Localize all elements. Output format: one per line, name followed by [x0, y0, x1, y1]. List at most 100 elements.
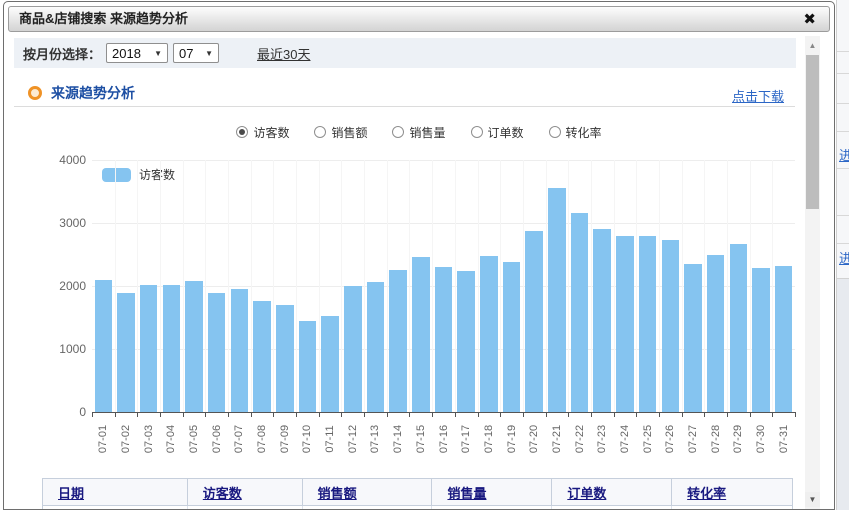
bar-07-05[interactable] [185, 281, 203, 412]
chart-legend[interactable]: 访客数 [102, 166, 175, 183]
y-axis-tick-label: 2000 [24, 279, 86, 293]
bar-07-10[interactable] [299, 321, 317, 412]
year-select[interactable]: 2018 ▼ [106, 43, 168, 63]
bar-07-01[interactable] [95, 280, 113, 412]
table-header-销售量[interactable]: 销售量 [432, 479, 552, 505]
bar-07-09[interactable] [276, 305, 294, 412]
bar-07-04[interactable] [163, 285, 181, 412]
axis-tick [228, 413, 229, 417]
divider [14, 106, 795, 107]
filter-bar: 按月份选择： 2018 ▼ 07 ▼ 最近30天 [14, 38, 796, 68]
bar-07-13[interactable] [367, 282, 385, 412]
background-gridline [837, 103, 849, 104]
download-link[interactable]: 点击下载 [732, 86, 784, 105]
bar-07-06[interactable] [208, 293, 226, 412]
dialog: 商品&店铺搜索 来源趋势分析 ✖ 按月份选择： 2018 ▼ 07 ▼ 最近30… [3, 1, 835, 510]
gridline-vertical [228, 160, 229, 412]
radio-selected-dot [239, 129, 245, 135]
bar-07-03[interactable] [140, 285, 158, 412]
bar-07-20[interactable] [525, 231, 543, 412]
bar-07-08[interactable] [253, 301, 271, 412]
gridline-vertical [432, 160, 433, 412]
axis-tick [319, 413, 320, 417]
axis-tick [568, 413, 569, 417]
vertical-scrollbar[interactable]: ▲ ▼ [805, 36, 820, 510]
bar-07-19[interactable] [503, 262, 521, 412]
x-axis-tick-label: 07-29 [732, 425, 744, 453]
gridline-vertical [409, 160, 410, 412]
bar-07-31[interactable] [775, 266, 793, 412]
gridline-vertical [387, 160, 388, 412]
x-axis-tick-label: 07-24 [619, 425, 631, 453]
radio-icon [471, 126, 483, 138]
legend-swatch [102, 168, 131, 182]
bar-07-30[interactable] [752, 268, 770, 412]
x-axis-tick-label: 07-31 [778, 425, 790, 453]
bar-07-18[interactable] [480, 256, 498, 412]
radio-icon [392, 126, 404, 138]
table-header-访客数[interactable]: 访客数 [188, 479, 303, 505]
gridline-vertical [341, 160, 342, 412]
background-table-cells [837, 278, 849, 510]
table-header-订单数[interactable]: 订单数 [552, 479, 672, 505]
x-axis-tick-label: 07-20 [528, 425, 540, 453]
close-icon[interactable]: ✖ [803, 8, 816, 32]
metric-radio-访客数[interactable]: 访客数 [236, 124, 289, 141]
scrollbar-thumb[interactable] [806, 55, 819, 209]
scroll-up-icon[interactable]: ▲ [805, 38, 820, 53]
bar-07-22[interactable] [571, 213, 589, 412]
metric-radio-转化率[interactable]: 转化率 [549, 124, 602, 141]
bar-07-07[interactable] [231, 289, 249, 412]
bar-07-26[interactable] [662, 240, 680, 412]
axis-tick [614, 413, 615, 417]
background-link[interactable]: 进 [839, 145, 849, 164]
axis-tick [432, 413, 433, 417]
table-header-转化率[interactable]: 转化率 [672, 479, 792, 505]
axis-tick [591, 413, 592, 417]
background-gridline [837, 243, 849, 244]
bar-07-16[interactable] [435, 267, 453, 412]
gridline-vertical [251, 160, 252, 412]
metric-radio-销售额[interactable]: 销售额 [314, 124, 367, 141]
metric-radio-订单数[interactable]: 订单数 [471, 124, 524, 141]
recent-30-days-link[interactable]: 最近30天 [257, 44, 310, 63]
x-axis-tick-label: 07-19 [506, 425, 518, 453]
bar-07-25[interactable] [639, 236, 657, 412]
background-link[interactable]: 进 [839, 248, 849, 267]
year-select-value: 2018 [112, 46, 141, 61]
x-axis-tick-label: 07-05 [188, 425, 200, 453]
bar-07-23[interactable] [593, 229, 611, 412]
y-axis-tick-label: 4000 [24, 153, 86, 167]
gridline-vertical [160, 160, 161, 412]
bar-07-15[interactable] [412, 257, 430, 412]
metric-radio-销售量[interactable]: 销售量 [392, 124, 445, 141]
x-axis-tick-label: 07-28 [710, 425, 722, 453]
x-axis-tick-label: 07-26 [664, 425, 676, 453]
chevron-down-icon: ▼ [154, 49, 162, 58]
table-header-销售额[interactable]: 销售额 [303, 479, 433, 505]
bar-07-28[interactable] [707, 255, 725, 413]
bar-07-29[interactable] [730, 244, 748, 412]
dialog-titlebar[interactable]: 商品&店铺搜索 来源趋势分析 ✖ [8, 6, 830, 32]
y-axis-tick-label: 3000 [24, 216, 86, 230]
bar-07-27[interactable] [684, 264, 702, 412]
background-gridline [837, 131, 849, 132]
month-select[interactable]: 07 ▼ [173, 43, 219, 63]
gridline-horizontal [92, 160, 795, 161]
axis-tick [92, 413, 93, 417]
x-axis-tick-label: 07-10 [301, 425, 313, 453]
bar-07-21[interactable] [548, 188, 566, 412]
axis-tick [387, 413, 388, 417]
background-page-fragment: 进 进 [836, 0, 849, 510]
x-axis-tick-label: 07-18 [483, 425, 495, 453]
scroll-down-icon[interactable]: ▼ [805, 492, 820, 507]
table-header-日期[interactable]: 日期 [43, 479, 188, 505]
bar-07-02[interactable] [117, 293, 135, 412]
bar-07-11[interactable] [321, 316, 339, 412]
chevron-down-icon: ▼ [205, 49, 213, 58]
bar-07-24[interactable] [616, 236, 634, 412]
bar-07-12[interactable] [344, 286, 362, 412]
bar-07-14[interactable] [389, 270, 407, 412]
bar-07-17[interactable] [457, 271, 475, 412]
axis-tick [341, 413, 342, 417]
